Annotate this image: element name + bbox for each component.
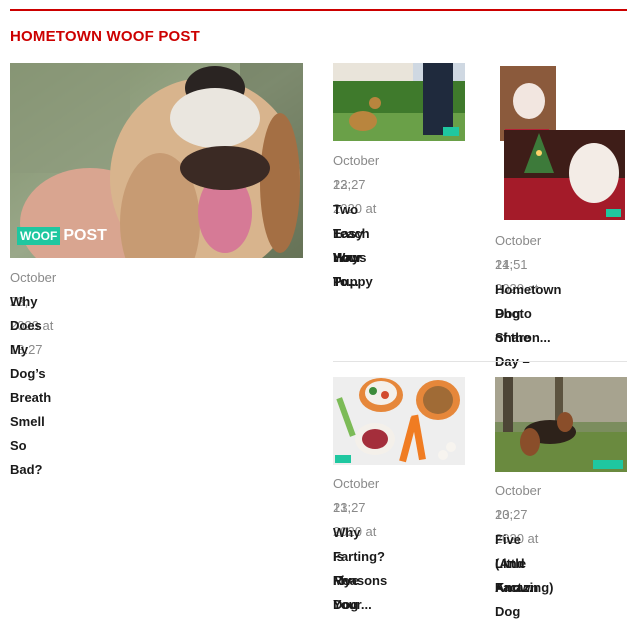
woof-post-logo: WOOF POST — [17, 227, 107, 245]
article-image[interactable] — [499, 63, 625, 220]
article-date: 13:27 — [495, 507, 528, 522]
article-date: 13:27 — [333, 500, 366, 515]
featured-article-image[interactable]: WOOF POST — [10, 63, 303, 258]
row-divider — [333, 361, 627, 362]
section-top-rule — [10, 9, 627, 11]
article-date: 13:27 — [333, 177, 366, 192]
article-date: 14:51 — [495, 257, 528, 272]
article-image[interactable] — [333, 377, 465, 465]
article-title[interactable]: Reasons Your... — [333, 569, 387, 617]
article-title[interactable]: Sharon... — [495, 326, 551, 350]
section-title[interactable]: HOMETOWN WOOF POST — [10, 28, 200, 45]
article-title[interactable]: Why Does My Dog’s Breath Smell So Bad? — [10, 290, 51, 482]
article-title[interactable]: How To... — [333, 246, 360, 294]
article-title[interactable]: Fact... — [495, 576, 533, 600]
article-image[interactable] — [495, 377, 627, 472]
article-image[interactable] — [333, 63, 465, 141]
